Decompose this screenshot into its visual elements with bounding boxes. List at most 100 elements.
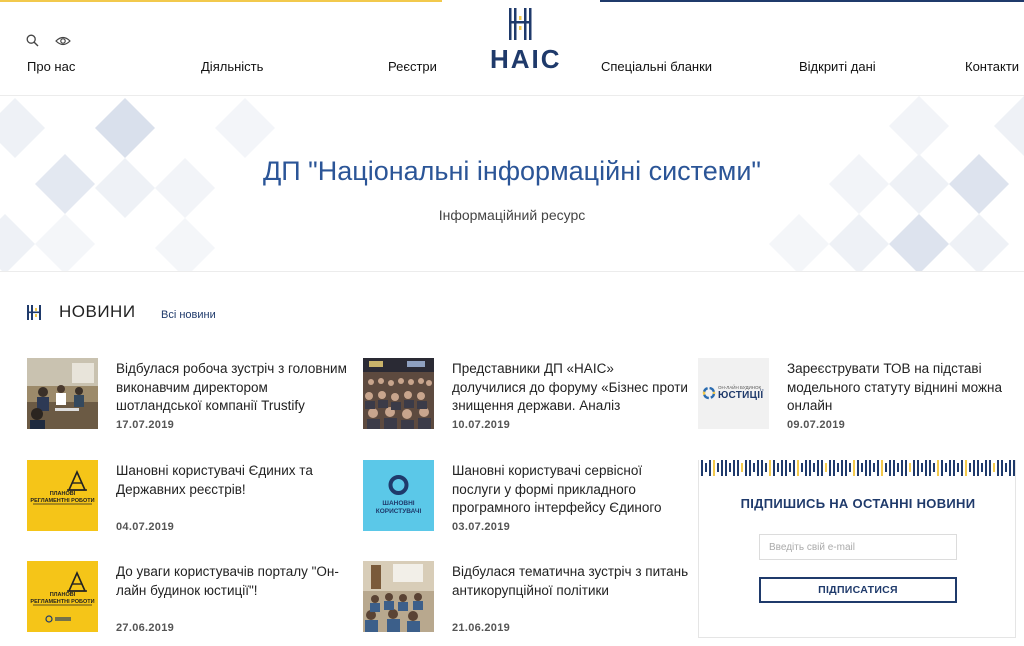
- news-thumbnail-meeting-photo: [27, 358, 98, 429]
- news-item-date: 09.07.2019: [787, 419, 846, 431]
- header-accent-line-blue: [600, 0, 1024, 2]
- stripe-bar: [741, 463, 743, 472]
- stripe-bar: [753, 463, 755, 472]
- nav-open-data[interactable]: Відкриті дані: [799, 59, 876, 74]
- stripe-bar: [829, 460, 831, 476]
- stripe-bar: [853, 460, 855, 476]
- stripe-bar: [945, 463, 947, 472]
- eye-icon[interactable]: [55, 35, 71, 47]
- stripe-bar: [805, 460, 807, 476]
- stripe-bar: [897, 463, 899, 472]
- stripe-bar: [937, 460, 939, 476]
- news-item[interactable]: Представники ДП «НАІС» долучилися до фор…: [363, 358, 688, 432]
- search-icon[interactable]: [26, 34, 39, 47]
- stripe-bar: [701, 460, 703, 476]
- news-section-title: НОВИНИ: [59, 302, 136, 321]
- users-banner-line2: КОРИСТУВАЧІ: [375, 508, 422, 515]
- stripe-bar: [881, 460, 883, 476]
- site-logo[interactable]: НАІС: [490, 6, 562, 74]
- stripe-bar: [909, 463, 911, 472]
- nav-activity[interactable]: Діяльність: [201, 59, 263, 74]
- stripe-bar: [861, 463, 863, 472]
- news-item-title[interactable]: Відбулася робоча зустріч з головним вико…: [116, 360, 354, 416]
- news-thumbnail-maintenance-banner: ПЛАНОВІ РЕГЛАМЕНТНІ РОБОТИ: [27, 561, 98, 632]
- news-item[interactable]: ШАНОВНІ КОРИСТУВАЧІ Шановні користувачі …: [363, 460, 683, 534]
- logo-text: НАІС: [490, 44, 562, 74]
- stripe-bar: [993, 463, 995, 472]
- hero-subtitle: Інформаційний ресурс: [438, 207, 586, 223]
- stripe-bar: [949, 460, 951, 476]
- news-item[interactable]: ПЛАНОВІ РЕГЛАМЕНТНІ РОБОТИ Шановні корис…: [27, 460, 347, 534]
- stripe-bar: [917, 460, 919, 476]
- stripe-bar: [889, 460, 891, 476]
- news-thumbnail-forum-photo: [363, 358, 434, 429]
- stripe-bar: [933, 463, 935, 472]
- news-item-title[interactable]: До уваги користувачів порталу "Он-лайн б…: [116, 563, 354, 600]
- subscribe-stripe-pattern: [701, 460, 1015, 476]
- stripe-bar: [1005, 463, 1007, 472]
- stripe-bar: [857, 460, 859, 476]
- stripe-bar: [765, 463, 767, 472]
- stripe-bar: [721, 460, 723, 476]
- stripe-bar: [773, 460, 775, 476]
- hero-title: ДП "Національні інформаційні системи": [262, 156, 761, 186]
- news-item[interactable]: Відбулася тематична зустріч з питань ант…: [363, 561, 688, 635]
- news-thumbnail-justice-logo: ОН-ЛАЙН БУДИНОК ЮСТИЦІЇ: [698, 358, 769, 429]
- nav-special-forms[interactable]: Спеціальні бланки: [601, 59, 712, 74]
- news-item-title[interactable]: Відбулася тематична зустріч з питань ант…: [452, 563, 690, 600]
- logo-mark-icon: [509, 8, 532, 40]
- stripe-bar: [725, 460, 727, 476]
- stripe-bar: [965, 460, 967, 476]
- header-tools: [26, 34, 71, 47]
- stripe-bar: [801, 463, 803, 472]
- stripe-bar: [749, 460, 751, 476]
- stripe-bar: [849, 463, 851, 472]
- stripe-bar: [905, 460, 907, 476]
- stripe-bar: [705, 463, 707, 472]
- subscribe-box: ПІДПИШИСЬ НА ОСТАННІ НОВИНИ ПІДПИСАТИСЯ: [698, 460, 1016, 638]
- stripe-bar: [977, 460, 979, 476]
- all-news-link[interactable]: Всі новини: [161, 309, 216, 321]
- stripe-bar: [817, 460, 819, 476]
- stripe-bar: [929, 460, 931, 476]
- site-header: Про нас Діяльність Реєстри Спеціальні бл…: [0, 0, 1024, 96]
- news-item[interactable]: ОН-ЛАЙН БУДИНОК ЮСТИЦІЇ Зареєструвати ТО…: [698, 358, 1018, 432]
- stripe-bar: [921, 463, 923, 472]
- nav-about[interactable]: Про нас: [27, 59, 75, 74]
- subscribe-button[interactable]: ПІДПИСАТИСЯ: [759, 577, 957, 603]
- maintenance-banner-line1: ПЛАНОВІ: [49, 592, 76, 598]
- news-thumbnail-conference-photo: [363, 561, 434, 632]
- news-item-title[interactable]: Шановні користувачі Єдиних та Державних …: [116, 462, 354, 499]
- stripe-bar: [729, 463, 731, 472]
- stripe-bar: [781, 460, 783, 476]
- stripe-bar: [957, 463, 959, 472]
- email-input[interactable]: [759, 534, 957, 560]
- stripe-bar: [833, 460, 835, 476]
- stripe-bar: [709, 460, 711, 476]
- stripe-bar: [865, 460, 867, 476]
- news-item-title[interactable]: Представники ДП «НАІС» долучилися до фор…: [452, 360, 690, 416]
- news-item[interactable]: Відбулася робоча зустріч з головним вико…: [27, 358, 347, 432]
- stripe-bar: [797, 460, 799, 476]
- stripe-bar: [941, 460, 943, 476]
- stripe-bar: [785, 460, 787, 476]
- news-section-icon: [27, 304, 41, 320]
- stripe-bar: [1013, 460, 1015, 476]
- news-item-title[interactable]: Шановні користувачі сервісної послуги у …: [452, 462, 690, 518]
- news-item-date: 27.06.2019: [116, 622, 175, 634]
- maintenance-banner-line2: РЕГЛАМЕНТНІ РОБОТИ: [30, 498, 95, 504]
- stripe-bar: [901, 460, 903, 476]
- stripe-bar: [885, 463, 887, 472]
- news-item[interactable]: ПЛАНОВІ РЕГЛАМЕНТНІ РОБОТИ До уваги кори…: [27, 561, 347, 635]
- stripe-bar: [877, 460, 879, 476]
- users-banner-line1: ШАНОВНІ: [382, 500, 415, 507]
- stripe-bar: [789, 463, 791, 472]
- news-item-title[interactable]: Зареєструвати ТОВ на підставі модельного…: [787, 360, 1024, 416]
- news-thumbnail-maintenance-banner: ПЛАНОВІ РЕГЛАМЕНТНІ РОБОТИ: [27, 460, 98, 531]
- maintenance-banner-line2: РЕГЛАМЕНТНІ РОБОТИ: [30, 599, 95, 605]
- stripe-bar: [761, 460, 763, 476]
- stripe-bar: [961, 460, 963, 476]
- header-accent-line-yellow: [0, 0, 442, 2]
- nav-registers[interactable]: Реєстри: [388, 59, 437, 74]
- nav-contacts[interactable]: Контакти: [965, 59, 1019, 74]
